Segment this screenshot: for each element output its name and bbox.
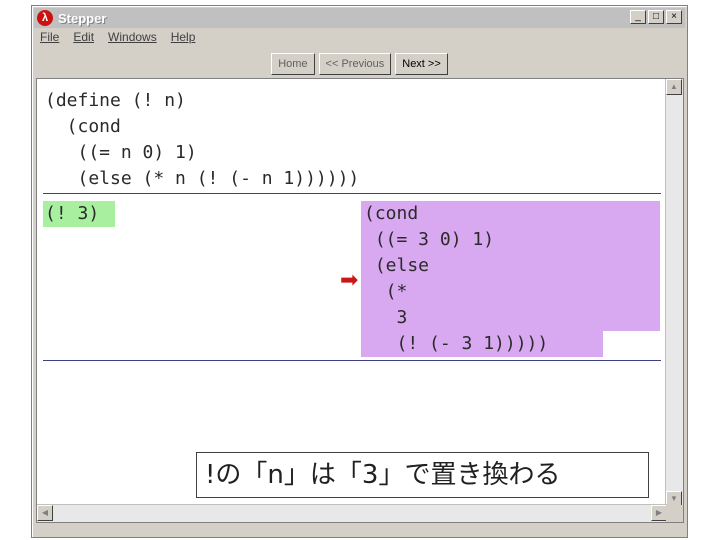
red-arrow-icon: ➡ — [340, 267, 359, 292]
title-bar[interactable]: λ Stepper _ □ × — [34, 8, 685, 28]
caption-box: !の「n」は「3」で置き換わる — [196, 452, 649, 498]
definition-code: (define (! n) (cond ((= n 0) 1) (else (*… — [45, 90, 360, 189]
menu-help[interactable]: Help — [171, 30, 196, 50]
divider — [43, 193, 661, 194]
next-button[interactable]: Next >> — [395, 53, 448, 75]
toolbar: Home << Previous Next >> — [32, 53, 687, 79]
scroll-right-icon[interactable]: ▶ — [651, 505, 667, 521]
scroll-left-icon[interactable]: ◀ — [37, 505, 53, 521]
menu-bar: File Edit Windows Help — [40, 30, 195, 50]
scroll-up-icon[interactable]: ▲ — [666, 79, 682, 95]
vertical-scrollbar[interactable]: ▲ ▼ — [665, 79, 683, 507]
result-expression: (cond ((= 3 0) 1) (else (* 3 (! (- 3 1))… — [364, 203, 549, 354]
home-button[interactable]: Home — [271, 53, 315, 75]
maximize-button[interactable]: □ — [648, 10, 664, 24]
window-title: Stepper — [58, 10, 107, 26]
menu-file[interactable]: File — [40, 30, 59, 50]
divider-bottom — [43, 360, 661, 361]
minimize-button[interactable]: _ — [630, 10, 646, 24]
resize-grip-icon[interactable] — [666, 505, 683, 522]
lambda-icon: λ — [37, 10, 53, 26]
menu-windows[interactable]: Windows — [108, 30, 157, 50]
window-controls: _ □ × — [630, 10, 682, 24]
redex-expression: (! 3) — [45, 203, 100, 224]
previous-button[interactable]: << Previous — [318, 53, 392, 75]
horizontal-scrollbar[interactable]: ◀ ▶ — [37, 504, 667, 522]
close-button[interactable]: × — [666, 10, 682, 24]
menu-edit[interactable]: Edit — [73, 30, 94, 50]
